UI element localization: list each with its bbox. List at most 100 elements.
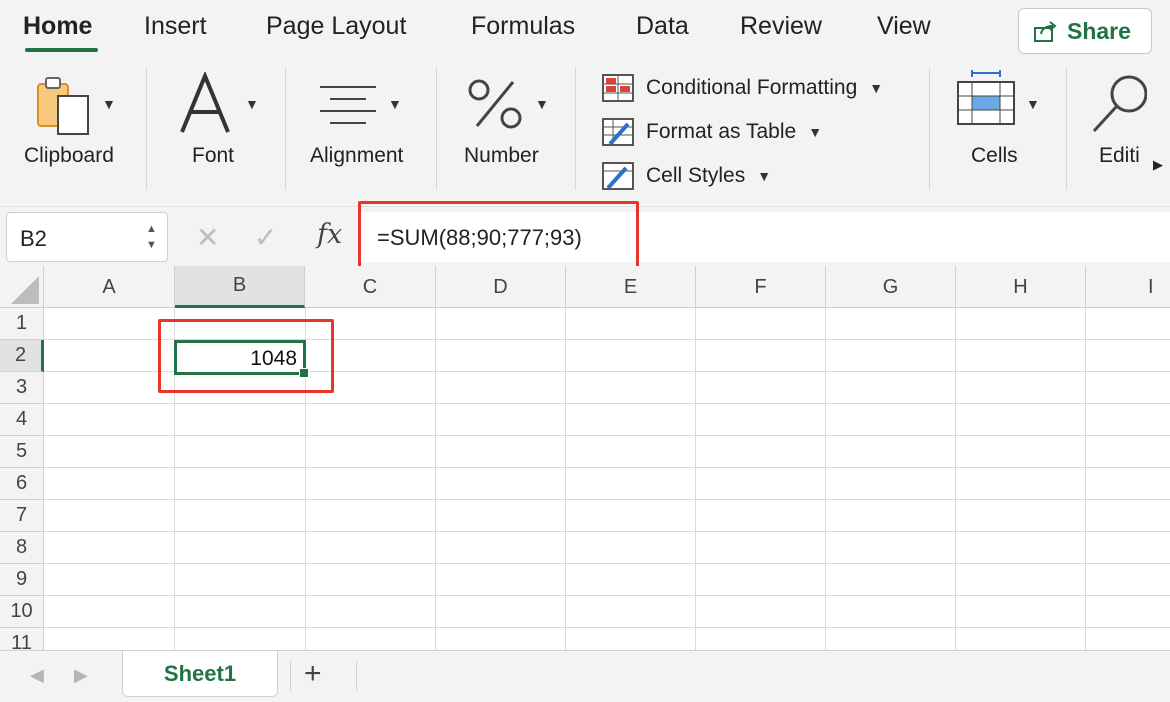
tab-insert[interactable]: Insert [144, 12, 207, 41]
grid-line [44, 403, 1170, 404]
editing-label: Editi [1099, 144, 1140, 167]
format-as-table-button[interactable]: Format as Table ▼ [602, 118, 822, 146]
row-header-5[interactable]: 5 [0, 436, 44, 468]
grid-line [955, 308, 956, 650]
select-all-icon [11, 276, 39, 304]
format-as-table-label: Format as Table [646, 120, 797, 143]
column-header-f[interactable]: F [696, 266, 826, 308]
align-center-icon [320, 86, 376, 124]
grid-line [44, 595, 1170, 596]
sheet-bar: ◀ ▶ Sheet1 + [0, 650, 1170, 702]
percent-icon [468, 79, 522, 129]
conditional-formatting-label: Conditional Formatting [646, 76, 858, 99]
row-header-7[interactable]: 7 [0, 500, 44, 532]
next-sheet-icon[interactable]: ▶ [74, 665, 88, 686]
font-group[interactable]: ▼ Font [147, 58, 285, 198]
grid-line [44, 531, 1170, 532]
clipboard-icon [37, 77, 89, 135]
cells-group[interactable]: ▼ Cells [930, 58, 1066, 198]
cell-styles-label: Cell Styles [646, 164, 746, 187]
share-icon [1034, 21, 1057, 42]
grid-line [695, 308, 696, 650]
name-box[interactable]: B2 ▲ ▼ [6, 212, 168, 262]
grid-line [435, 308, 436, 650]
search-icon [1092, 75, 1147, 133]
share-button[interactable]: Share [1018, 8, 1152, 54]
row-header-9[interactable]: 9 [0, 564, 44, 596]
tab-formulas[interactable]: Formulas [471, 12, 575, 41]
name-box-stepper-icon[interactable]: ▲ ▼ [146, 221, 157, 253]
row-header-8[interactable]: 8 [0, 532, 44, 564]
row-header-3[interactable]: 3 [0, 372, 44, 404]
conditional-formatting-chevron-down-icon: ▼ [869, 80, 884, 96]
grid-line [1085, 308, 1086, 650]
alignment-chevron-down-icon: ▼ [388, 96, 402, 112]
column-header-b[interactable]: B [175, 266, 305, 308]
cells-label: Cells [971, 144, 1018, 167]
grid-line [565, 308, 566, 650]
tab-page-layout[interactable]: Page Layout [266, 12, 406, 41]
grid-line [44, 467, 1170, 468]
active-tab-indicator [25, 48, 98, 52]
format-as-table-icon [602, 118, 634, 146]
row-header-2[interactable]: 2 [0, 340, 44, 372]
grid-line [44, 627, 1170, 628]
number-group[interactable]: ▼ Number [437, 58, 575, 198]
name-box-value: B2 [20, 226, 47, 251]
column-header-c[interactable]: C [305, 266, 436, 308]
tab-review[interactable]: Review [740, 12, 822, 41]
ribbon-divider [575, 68, 576, 190]
column-header-a[interactable]: A [44, 266, 175, 308]
row-header-10[interactable]: 10 [0, 596, 44, 628]
grid-line [44, 563, 1170, 564]
ribbon: ▼ Clipboard ▼ Font ▼ Alignment ▼ Number [0, 58, 1170, 210]
sheet-tab-sheet1[interactable]: Sheet1 [122, 651, 278, 697]
tab-data[interactable]: Data [636, 12, 689, 41]
column-header-d[interactable]: D [436, 266, 566, 308]
cell-highlight-box [158, 319, 334, 393]
column-header-i[interactable]: I [1086, 266, 1170, 308]
cell-styles-button[interactable]: Cell Styles ▼ [602, 162, 771, 190]
cell-styles-chevron-down-icon: ▼ [757, 168, 772, 184]
sheet-divider [290, 661, 291, 691]
conditional-formatting-icon [602, 74, 634, 102]
clipboard-label: Clipboard [24, 144, 114, 167]
grid-line [825, 308, 826, 650]
add-sheet-button[interactable]: + [304, 657, 322, 691]
format-as-table-chevron-down-icon: ▼ [808, 124, 823, 140]
row-header-1[interactable]: 1 [0, 308, 44, 340]
clipboard-group[interactable]: ▼ Clipboard [0, 58, 146, 198]
font-label: Font [192, 144, 235, 167]
ribbon-tabs: Home Insert Page Layout Formulas Data Re… [0, 0, 1170, 58]
sheet-tab-label: Sheet1 [163, 660, 237, 686]
editing-group[interactable]: Editi [1067, 58, 1147, 198]
column-header-e[interactable]: E [566, 266, 696, 308]
font-icon [180, 72, 230, 133]
column-header-g[interactable]: G [826, 266, 956, 308]
column-header-h[interactable]: H [956, 266, 1086, 308]
grid-line [44, 435, 1170, 436]
cells-chevron-down-icon: ▼ [1026, 96, 1040, 112]
grid-line [44, 499, 1170, 500]
previous-sheet-icon[interactable]: ◀ [30, 665, 44, 686]
alignment-label: Alignment [310, 144, 404, 167]
ribbon-scroll-right-icon[interactable]: ▶ [1146, 120, 1170, 210]
clipboard-chevron-down-icon: ▼ [102, 96, 116, 112]
formula-highlight-box [358, 201, 639, 273]
tab-view[interactable]: View [877, 12, 931, 41]
row-header-11[interactable]: 11 [0, 628, 44, 650]
row-header-4[interactable]: 4 [0, 404, 44, 436]
number-label: Number [464, 144, 539, 167]
check-icon[interactable]: ✓ [254, 221, 277, 254]
select-all-button[interactable] [0, 266, 44, 308]
number-chevron-down-icon: ▼ [535, 96, 549, 112]
row-header-6[interactable]: 6 [0, 468, 44, 500]
tab-home[interactable]: Home [23, 12, 92, 41]
font-chevron-down-icon: ▼ [245, 96, 259, 112]
cancel-icon[interactable]: ✕ [196, 221, 219, 254]
sheet-divider [356, 661, 357, 691]
insert-function-icon[interactable]: fx [317, 219, 342, 250]
conditional-formatting-button[interactable]: Conditional Formatting ▼ [602, 74, 883, 102]
alignment-group[interactable]: ▼ Alignment [286, 58, 436, 198]
column-header-row: A B C D E F G H I [0, 266, 1170, 308]
